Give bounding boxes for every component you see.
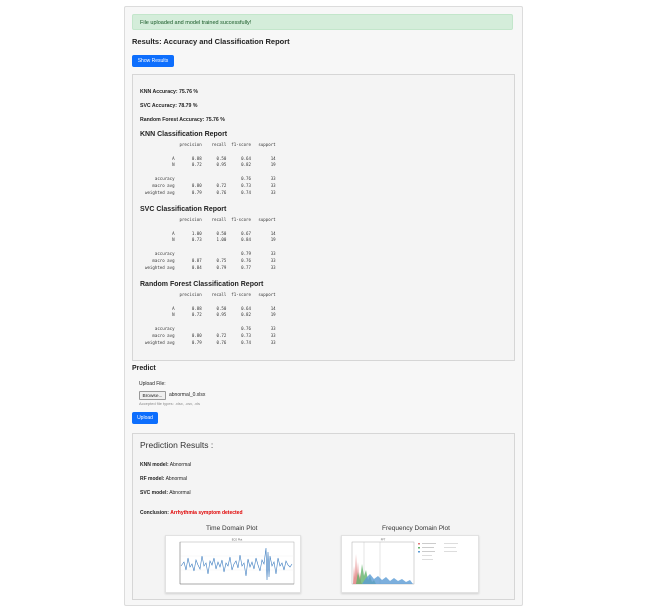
results-heading: Results: Accuracy and Classification Rep… bbox=[132, 37, 290, 46]
time-domain-plot-title: Time Domain Plot bbox=[206, 525, 258, 532]
prediction-title: Prediction Results : bbox=[140, 440, 214, 450]
frequency-domain-plot-graphic: FFT bbox=[351, 539, 458, 585]
results-panel: KNN Accuracy: 75.76 % SVC Accuracy: 78.7… bbox=[132, 74, 515, 361]
time-domain-plot-graphic: ECG Plot bbox=[179, 539, 295, 585]
rf-accuracy: Random Forest Accuracy: 75.76 % bbox=[140, 117, 225, 123]
conclusion-value: Arrhythmia symptom detected bbox=[170, 510, 243, 516]
show-results-button[interactable]: Show Results bbox=[132, 55, 174, 67]
conclusion: Conclusion: Arrhythmia symptom detected bbox=[140, 510, 243, 516]
svc-model-value: Abnormal bbox=[169, 490, 191, 496]
rf-report-title: Random Forest Classification Report bbox=[140, 281, 264, 288]
rf-report-table: precision recall f1-score support A 0.88… bbox=[145, 292, 276, 345]
rf-model-value: Abnormal bbox=[165, 476, 187, 482]
knn-report-table: precision recall f1-score support A 0.88… bbox=[145, 142, 276, 195]
frequency-domain-plot-image: FFT bbox=[341, 535, 479, 593]
knn-model-label: KNN model: bbox=[140, 462, 169, 468]
accepted-file-types: Accepted file types: .xlsx, .csv, .xls bbox=[139, 401, 201, 406]
frequency-domain-plot-title: Frequency Domain Plot bbox=[382, 525, 450, 532]
svc-prediction: SVC model: Abnormal bbox=[140, 490, 191, 496]
upload-label: Upload File: bbox=[139, 381, 166, 387]
knn-model-value: Abnormal bbox=[169, 462, 192, 468]
svg-text:FFT: FFT bbox=[381, 539, 386, 542]
time-domain-plot-image: ECG Plot bbox=[165, 535, 301, 593]
rf-prediction: RF model: Abnormal bbox=[140, 476, 187, 482]
conclusion-label: Conclusion: bbox=[140, 510, 169, 516]
knn-accuracy: KNN Accuracy: 75.76 % bbox=[140, 89, 199, 95]
svc-report-title: SVC Classification Report bbox=[140, 206, 227, 213]
upload-button[interactable]: Upload bbox=[132, 412, 158, 424]
prediction-panel: Prediction Results : KNN model: Abnormal… bbox=[132, 433, 515, 600]
predict-heading: Predict bbox=[132, 365, 156, 372]
success-alert: File uploaded and model trained successf… bbox=[132, 14, 513, 30]
rf-model-label: RF model: bbox=[140, 476, 165, 482]
knn-prediction: KNN model: Abnormal bbox=[140, 462, 191, 468]
browse-button[interactable]: Browse... bbox=[139, 391, 166, 400]
svg-text:ECG Plot: ECG Plot bbox=[232, 539, 243, 542]
selected-file-name: abnormal_0.xlsx bbox=[169, 392, 206, 398]
svc-model-label: SVC model: bbox=[140, 490, 169, 496]
svc-accuracy: SVC Accuracy: 78.79 % bbox=[140, 103, 198, 109]
svc-report-table: precision recall f1-score support A 1.00… bbox=[145, 217, 276, 270]
knn-report-title: KNN Classification Report bbox=[140, 131, 228, 138]
main-container: File uploaded and model trained successf… bbox=[124, 6, 523, 606]
